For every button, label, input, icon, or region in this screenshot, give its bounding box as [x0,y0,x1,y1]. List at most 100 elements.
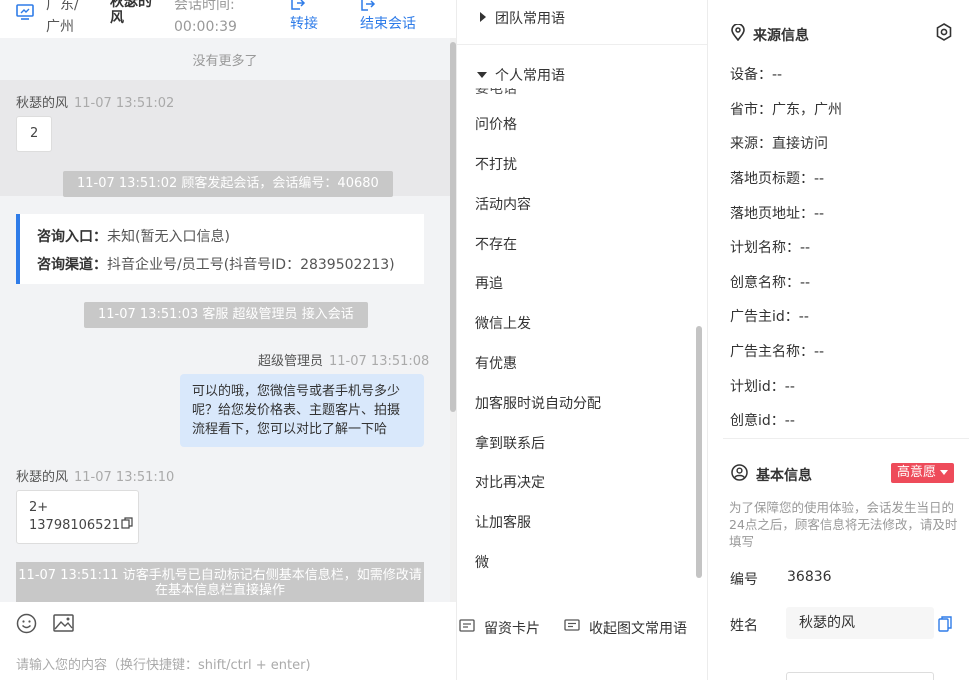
entry-info-card: 咨询入口：未知(暂无入口信息) 咨询渠道：抖音企业号/员工号(抖音号ID：283… [16,214,424,284]
end-session-label: 结束会话 [360,16,416,32]
row-value: 广东，广州 [772,102,842,118]
source-info-title: 来源信息 [753,27,809,44]
lead-card-button[interactable]: 留资卡片 [459,618,540,638]
system-message: 11-07 13:51:11 访客手机号已自动标记右侧基本信息栏，如需修改请在基… [16,562,424,602]
row-value: 直接访问 [772,136,828,152]
next-field-input[interactable] [786,672,934,680]
quick-reply-item[interactable]: 再追 [475,273,503,293]
message-time: 11-07 13:51:02 [74,96,175,111]
row-value: -- [800,275,811,291]
personal-group-header[interactable]: 个人常用语 [477,65,565,85]
system-message: 11-07 13:51:02 顾客发起会话，会话编号：40680 [63,171,393,197]
team-group-header[interactable]: 团队常用语 [479,8,565,28]
quick-reply-item[interactable]: 对比再决定 [475,472,545,492]
row-value: -- [800,240,811,256]
quick-reply-item[interactable]: 活动内容 [475,194,531,214]
copy-icon[interactable] [938,616,952,636]
message-sender: 秋瑟的风 11-07 13:51:02 [16,92,174,111]
source-row-source: 来源：直接访问 [730,133,828,153]
source-row-advertiser-id: 广告主id：-- [730,306,809,326]
divider [457,44,707,45]
message-list[interactable]: 没有更多了 秋瑟的风 11-07 13:51:02 2 11-07 13:51:0… [0,38,450,602]
exit-icon [360,0,416,14]
lead-card-label: 留资卡片 [484,621,540,637]
source-row-device: 设备：-- [730,64,782,84]
row-label: 计划名称： [730,240,800,256]
source-row-creative-id: 创意id：-- [730,410,795,430]
row-value: -- [784,379,795,395]
intent-badge[interactable]: 高意愿 [891,463,955,483]
customer-info-panel: 来源信息 设备：-- 省市：广东，广州 来源：直接访问 落地页标题：-- 落地页… [709,0,975,680]
name-label: 姓名 [730,618,758,634]
message-sender: 超级管理员 11-07 13:51:08 [258,350,429,369]
row-label: 计划id： [730,379,785,395]
no-more-hint: 没有更多了 [192,54,258,69]
message-input[interactable]: 请输入您的内容（换行快捷键：shift/ctrl + enter) [16,654,311,673]
personal-group-label: 个人常用语 [495,68,565,84]
message-time: 11-07 13:51:10 [74,470,175,485]
caret-right-icon [479,10,487,26]
basic-info-header: 基本信息 [731,464,812,485]
source-row-plan-id: 计划id：-- [730,376,795,396]
quick-reply-list[interactable]: 要电话 问价格 不打扰 活动内容 不存在 再追 微信上发 有优惠 加客服时说自动… [457,88,697,580]
transfer-button[interactable]: 转接 [290,0,318,34]
message-sender: 秋瑟的风 11-07 13:51:10 [16,466,174,485]
quick-reply-scrollbar[interactable] [696,326,702,578]
source-row-creative-name: 创意名称：-- [730,272,810,292]
message-time: 11-07 13:51:08 [329,354,430,369]
source-row-plan-name: 计划名称：-- [730,237,810,257]
system-message: 11-07 13:51:03 客服 超级管理员 接入会话 [84,302,368,328]
name-input[interactable]: 秋瑟的风 [786,607,934,639]
source-row-region: 省市：广东，广州 [730,99,842,119]
message-icon [564,619,580,637]
copy-icon[interactable] [121,517,133,535]
quick-reply-item[interactable]: 拿到联系后 [475,433,545,453]
entry-value: 未知(暂无入口信息) [107,229,230,245]
row-value: -- [814,206,825,222]
quick-reply-item[interactable]: 有优惠 [475,353,517,373]
id-value: 36836 [787,569,832,585]
caret-down-icon [477,67,487,83]
outgoing-bubble: 可以的哦，您微信号或者手机号多少呢？给您发价格表、主题客片、拍摄流程看下，您可以… [180,374,424,447]
sender-name: 超级管理员 [258,354,324,369]
bubble-line: 13798106521 [29,517,133,535]
sender-name: 秋瑟的风 [16,96,69,111]
monitor-icon [16,4,34,24]
row-label: 落地页地址： [730,206,814,222]
row-value: -- [814,171,825,187]
quick-reply-item[interactable]: 加客服时说自动分配 [475,393,601,413]
quick-reply-item[interactable]: 问价格 [475,114,517,134]
divider [723,438,969,439]
row-value: -- [814,344,825,360]
quick-reply-item[interactable]: 要电话 [475,88,517,98]
row-value: -- [798,309,809,325]
row-label: 设备： [730,67,772,83]
channel-value: 抖音企业号/员工号(抖音号ID：2839502213) [107,257,395,273]
row-value: -- [784,413,795,429]
quick-reply-item[interactable]: 让加客服 [475,512,531,532]
end-session-button[interactable]: 结束会话 [360,0,416,34]
row-label: 来源： [730,136,772,152]
source-row-landing-url: 落地页地址：-- [730,203,824,223]
sender-name: 秋瑟的风 [16,470,69,485]
transfer-label: 转接 [290,16,318,32]
quick-reply-item[interactable]: 微信上发 [475,313,531,333]
settings-icon[interactable] [935,23,953,45]
incoming-bubble: 2+ 13798106521 [16,490,139,544]
source-row-landing-title: 落地页标题：-- [730,168,824,188]
source-row-advertiser-name: 广告主名称：-- [730,341,824,361]
incoming-bubble: 2 [16,116,53,152]
composer: 请输入您的内容（换行快捷键：shift/ctrl + enter) [0,602,456,680]
quick-reply-item[interactable]: 不打扰 [475,154,517,174]
image-icon[interactable] [53,614,74,636]
quick-reply-item[interactable]: 不存在 [475,234,517,254]
quick-reply-item[interactable]: 微 [475,552,489,572]
row-label: 创意名称： [730,275,800,291]
phone-number: 13798106521 [29,518,120,533]
session-time: 会话时间: 00:00:39 [174,0,237,38]
row-label: 落地页标题： [730,171,814,187]
emoji-icon[interactable] [16,613,37,638]
collapse-replies-button[interactable]: 收起图文常用语 [564,618,687,638]
basic-info-title: 基本信息 [756,467,812,484]
channel-label: 咨询渠道： [37,257,107,273]
